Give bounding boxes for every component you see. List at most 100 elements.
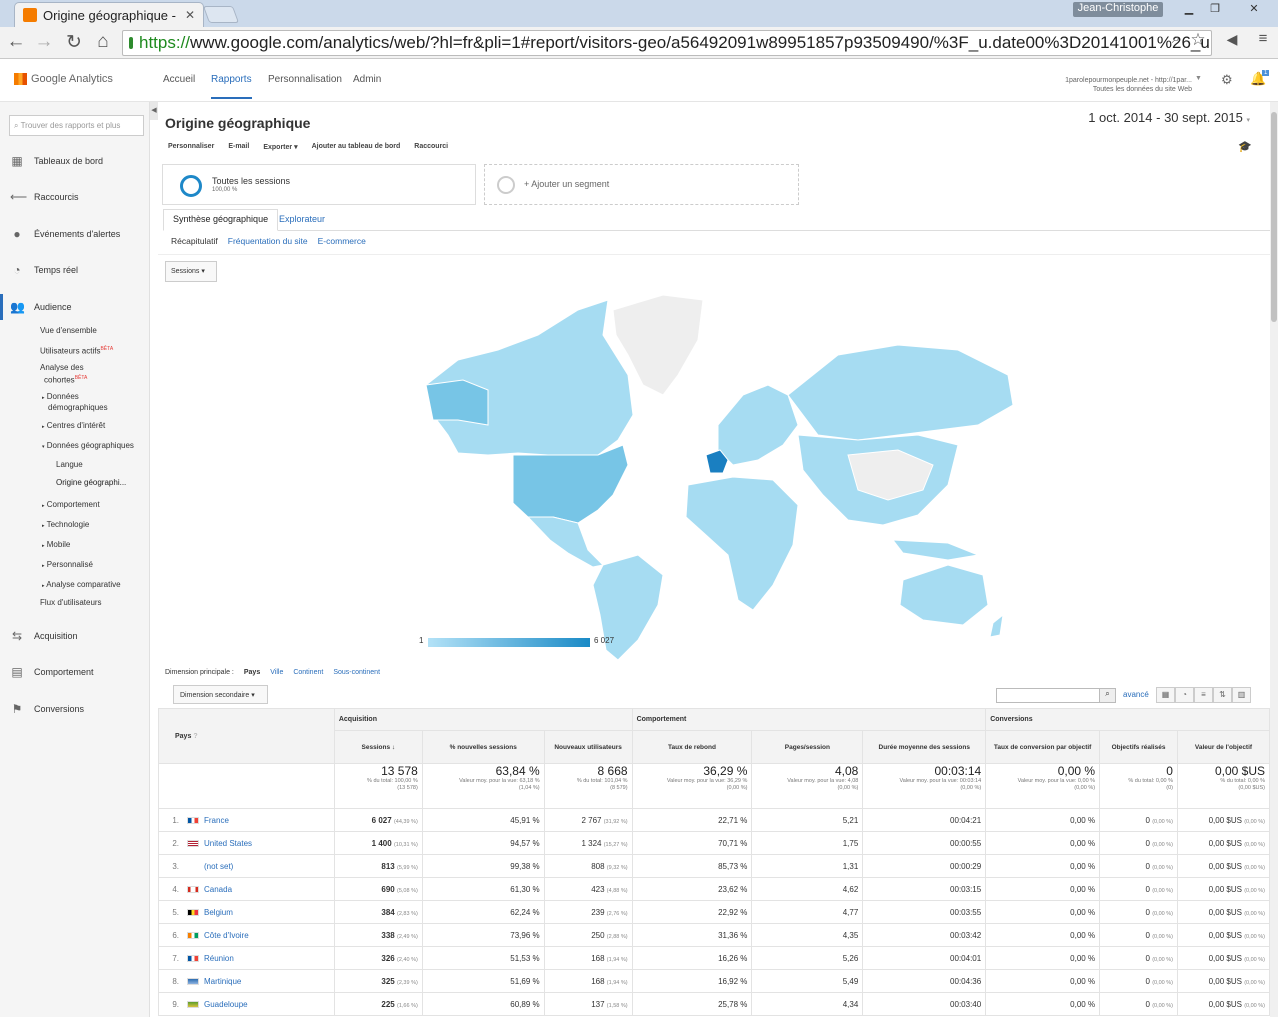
pivot-view-icon[interactable]: ▥ xyxy=(1232,687,1251,703)
secondary-dimension-select[interactable]: Dimension secondaire ▾ xyxy=(173,685,268,704)
page-scrollbar[interactable] xyxy=(1270,102,1278,1017)
sidebar-sub-geo[interactable]: ▾ Données géographiques xyxy=(42,441,134,452)
col-header[interactable]: Sessions ↓ xyxy=(333,730,423,764)
country-link[interactable]: United States xyxy=(204,839,252,848)
dim-ville[interactable]: Ville xyxy=(270,669,283,676)
col-header[interactable]: Pages/session xyxy=(751,730,864,764)
sidebar-sub-actifs[interactable]: Utilisateurs actifsBÊTA xyxy=(40,344,113,357)
country-link[interactable]: Réunion xyxy=(204,954,234,963)
sidebar-item-dashboards[interactable]: ▦ Tableaux de bord xyxy=(10,155,103,167)
sidebar-sub-langue[interactable]: Langue xyxy=(56,460,83,470)
conversion-cell: 0,00 % xyxy=(985,969,1101,993)
graduation-cap-icon[interactable]: 🎓 xyxy=(1238,140,1252,153)
browser-user-badge[interactable]: Jean-Christophe xyxy=(1073,2,1163,17)
customize-button[interactable]: Personnaliser xyxy=(168,143,214,151)
menu-icon[interactable]: ≡ xyxy=(1251,30,1275,47)
sidebar-sub-flux[interactable]: Flux d'utilisateurs xyxy=(40,598,102,608)
sidebar-sub-demographiques[interactable]: ▸ Données démographiques xyxy=(42,392,108,413)
gear-icon[interactable]: ⚙ xyxy=(1221,72,1233,88)
back-icon[interactable]: ← xyxy=(4,31,28,53)
sidebar-item-alerts[interactable]: ● Événements d'alertes xyxy=(10,228,120,240)
col-header[interactable]: Taux de rebond xyxy=(631,730,753,764)
minimize-icon[interactable]: ▁ xyxy=(1177,2,1201,17)
nav-admin[interactable]: Admin xyxy=(353,74,381,85)
email-button[interactable]: E-mail xyxy=(228,143,249,151)
sidebar-sub-comportement[interactable]: ▸ Comportement xyxy=(42,500,100,511)
segment-all-sessions[interactable]: Toutes les sessions 100,00 % xyxy=(162,164,476,205)
collapse-sidebar-icon[interactable]: ◀ xyxy=(150,102,158,120)
dim-sous-continent[interactable]: Sous-continent xyxy=(333,669,380,676)
close-window-icon[interactable]: ✕ xyxy=(1237,2,1271,17)
reload-icon[interactable]: ↻ xyxy=(62,31,86,54)
country-link[interactable]: France xyxy=(204,816,229,825)
scrollbar-thumb[interactable] xyxy=(1271,112,1277,322)
sidebar-item-shortcuts[interactable]: ⟵ Raccourcis xyxy=(10,191,79,203)
sidebar-sub-interet[interactable]: ▸ Centres d'intérêt xyxy=(42,421,105,432)
nav-personnalisation[interactable]: Personnalisation xyxy=(268,74,342,85)
table-search-input[interactable]: ⌕ xyxy=(996,688,1116,703)
col-header[interactable]: Durée moyenne des sessions xyxy=(862,730,987,764)
sidebar-item-acquisition[interactable]: ⇆ Acquisition xyxy=(10,630,78,642)
sidebar-sub-origine[interactable]: Origine géographi... xyxy=(56,478,126,488)
sort-arrow-icon[interactable]: ↓ xyxy=(390,744,395,751)
home-icon[interactable]: ⌂ xyxy=(91,31,115,53)
dim-continent[interactable]: Continent xyxy=(293,669,323,676)
col-header[interactable]: Valeur de l'objectif xyxy=(1176,730,1271,764)
subtab-recap[interactable]: Récapitulatif xyxy=(171,236,218,246)
sidebar-sub-cohortes[interactable]: Analyse des cohortesBÊTA xyxy=(40,363,87,386)
close-tab-icon[interactable]: ✕ xyxy=(185,8,195,22)
col-country[interactable]: Pays ? xyxy=(158,708,335,764)
country-link[interactable]: (not set) xyxy=(204,862,233,871)
maximize-icon[interactable]: ❐ xyxy=(1203,2,1227,17)
sidebar-item-audience[interactable]: 👥 Audience xyxy=(10,301,72,313)
sidebar-item-realtime[interactable]: ◔ Temps réel xyxy=(10,264,78,276)
country-link[interactable]: Belgium xyxy=(204,908,233,917)
search-icon[interactable]: ⌕ xyxy=(1099,689,1115,702)
sidebar-sub-mobile[interactable]: ▸ Mobile xyxy=(42,540,70,551)
sidebar-sub-vue[interactable]: Vue d'ensemble xyxy=(40,326,97,336)
browser-tab[interactable]: Origine géographique - G ✕ xyxy=(14,2,204,27)
export-button[interactable]: Exporter ▾ xyxy=(263,143,297,151)
pie-view-icon[interactable]: ◔ xyxy=(1175,687,1194,703)
subtab-frequentation[interactable]: Fréquentation du site xyxy=(228,236,308,246)
shortcut-button[interactable]: Raccourci xyxy=(414,143,448,151)
sidebar-item-conversions[interactable]: ⚑ Conversions xyxy=(10,703,84,715)
dim-pays[interactable]: Pays xyxy=(244,669,260,676)
nav-accueil[interactable]: Accueil xyxy=(163,74,195,85)
sidebar-sub-personnalise[interactable]: ▸ Personnalisé xyxy=(42,560,93,571)
add-to-dashboard-button[interactable]: Ajouter au tableau de bord xyxy=(312,143,401,151)
nav-rapports[interactable]: Rapports xyxy=(211,74,252,99)
add-segment-button[interactable]: + Ajouter un segment xyxy=(484,164,799,205)
sidebar-item-behavior[interactable]: ▤ Comportement xyxy=(10,666,93,678)
table-view-icon[interactable]: ▦ xyxy=(1156,687,1175,703)
ga-logo[interactable]: Google Analytics xyxy=(14,73,113,85)
country-cell: 4. Canada xyxy=(158,877,335,901)
zoom-icon[interactable]: ⌕ xyxy=(1164,30,1188,47)
report-search-input[interactable]: ⌕ Trouver des rapports et plus xyxy=(9,115,144,136)
sidebar-sub-comparative[interactable]: ▸ Analyse comparative xyxy=(42,580,121,591)
extension-icon[interactable]: ◀ xyxy=(1220,31,1244,48)
date-range-picker[interactable]: 1 oct. 2014 - 30 sept. 2015 ▾ xyxy=(1088,110,1250,125)
world-map[interactable] xyxy=(158,255,1270,663)
advanced-filter-link[interactable]: avancé xyxy=(1123,690,1149,699)
col-header[interactable]: Nouveaux utilisateurs xyxy=(543,730,633,764)
compare-view-icon[interactable]: ⇅ xyxy=(1213,687,1232,703)
forward-icon[interactable]: → xyxy=(32,31,56,53)
account-selector[interactable]: 1parolepourmonpeuple.net - http://1par..… xyxy=(1040,76,1192,94)
bar-view-icon[interactable]: ≡ xyxy=(1194,687,1213,703)
country-link[interactable]: Canada xyxy=(204,885,232,894)
subtab-ecommerce[interactable]: E-commerce xyxy=(318,236,366,246)
country-link[interactable]: Côte d'Ivoire xyxy=(204,931,249,940)
col-header[interactable]: Taux de conversion par objectif xyxy=(985,730,1101,764)
address-bar[interactable]: https://www.google.com/analytics/web/?hl… xyxy=(122,30,1212,56)
sidebar-sub-technologie[interactable]: ▸ Technologie xyxy=(42,520,89,531)
tab-synthese[interactable]: Synthèse géographique xyxy=(163,209,279,231)
bookmark-star-icon[interactable]: ☆ xyxy=(1186,30,1210,50)
chevron-down-icon[interactable]: ▼ xyxy=(1195,75,1202,82)
col-header[interactable]: % nouvelles sessions xyxy=(421,730,545,764)
country-link[interactable]: Martinique xyxy=(204,977,241,986)
tab-explorateur[interactable]: Explorateur xyxy=(279,214,325,224)
col-header[interactable]: Objectifs réalisés xyxy=(1099,730,1178,764)
new-tab-button[interactable] xyxy=(202,6,240,23)
country-link[interactable]: Guadeloupe xyxy=(204,1000,248,1009)
